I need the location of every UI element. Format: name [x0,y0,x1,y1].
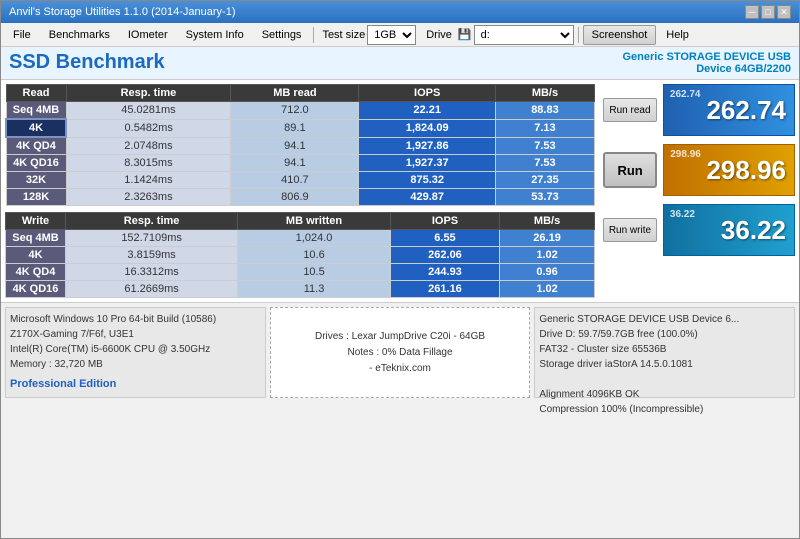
storage-line6: Compression 100% (Incompressible) [539,402,790,417]
drive-label: Drive [426,29,452,41]
device-line1: Generic STORAGE DEVICE USB [622,51,791,63]
sys-info-line2: Z170X-Gaming 7/F6f, U3E1 [10,327,261,342]
table-row: 4K 0.5482ms 89.1 1,824.09 7.13 [6,119,595,137]
drive-select[interactable]: d: [474,25,574,45]
table-row: Seq 4MB 152.7109ms 1,024.0 6.55 26.19 [6,230,595,247]
read-header-iops: IOPS [359,85,495,102]
menu-file[interactable]: File [5,24,39,46]
total-score-box: 298.96 298.96 [663,144,795,196]
write-header-iops: IOPS [390,213,499,230]
write-header-mb: MB written [238,213,391,230]
benchmark-tables: Read Resp. time MB read IOPS MB/s Seq 4M… [1,80,599,302]
sys-info-line1: Microsoft Windows 10 Pro 64-bit Build (1… [10,312,261,327]
title-bar: Anvil's Storage Utilities 1.1.0 (2014-Ja… [1,1,799,23]
storage-line2: Drive D: 59.7/59.7GB free (100.0%) [539,327,790,342]
run-write-button[interactable]: Run write [603,218,657,242]
table-row: 4K 3.8159ms 10.6 262.06 1.02 [6,247,595,264]
menu-separator-1 [313,27,314,43]
screenshot-button[interactable]: Screenshot [583,25,657,45]
menu-benchmarks[interactable]: Benchmarks [41,24,118,46]
write-score-label: 36.22 [670,209,695,220]
write-table: Write Resp. time MB written IOPS MB/s Se… [5,212,595,298]
run-read-button[interactable]: Run read [603,98,657,122]
menu-iometer[interactable]: IOmeter [120,24,176,46]
drives-info-panel: Drives : Lexar JumpDrive C20i - 64GB Not… [270,307,531,398]
header-area: SSD Benchmark Generic STORAGE DEVICE USB… [1,47,799,80]
window-controls[interactable]: ─ □ ✕ [745,5,791,19]
write-header-label: Write [6,213,66,230]
storage-line4: Storage driver iaStorA 14.5.0.1081 [539,357,790,372]
read-header-resp: Resp. time [66,85,231,102]
bottom-bar: Microsoft Windows 10 Pro 64-bit Build (1… [1,302,799,402]
drive-icon: 💾 [458,28,472,41]
window-title: Anvil's Storage Utilities 1.1.0 (2014-Ja… [9,6,235,18]
maximize-button[interactable]: □ [761,5,775,19]
storage-line3: FAT32 - Cluster size 65536B [539,342,790,357]
read-header-row: Read Resp. time MB read IOPS MB/s [6,85,595,102]
menu-separator-2 [578,27,579,43]
table-row: 128K 2.3263ms 806.9 429.87 53.73 [6,189,595,206]
table-row: 4K QD4 16.3312ms 10.5 244.93 0.96 [6,264,595,281]
read-score-box: 262.74 262.74 [663,84,795,136]
read-score-value: 262.74 [706,95,786,126]
write-header-resp: Resp. time [66,213,238,230]
table-row: 32K 1.1424ms 410.7 875.32 27.35 [6,172,595,189]
read-score-label: 262.74 [670,89,701,100]
device-line2: Device 64GB/2200 [622,63,791,75]
professional-edition-label: Professional Edition [10,376,261,393]
write-score-value: 36.22 [721,215,786,246]
table-row: 4K QD16 61.2669ms 11.3 261.16 1.02 [6,281,595,298]
read-table: Read Resp. time MB read IOPS MB/s Seq 4M… [5,84,595,206]
main-content: Read Resp. time MB read IOPS MB/s Seq 4M… [1,80,799,302]
test-size-select[interactable]: 1GB2GB4GB [367,25,416,45]
menu-bar: File Benchmarks IOmeter System Info Sett… [1,23,799,47]
total-score-value: 298.96 [706,155,786,186]
read-header-mbs: MB/s [495,85,594,102]
menu-sysinfo[interactable]: System Info [178,24,252,46]
storage-line5: Alignment 4096KB OK [539,387,790,402]
menu-help[interactable]: Help [658,24,697,46]
table-row: 4K QD16 8.3015ms 94.1 1,927.37 7.53 [6,155,595,172]
table-row: 4K QD4 2.0748ms 94.1 1,927.86 7.53 [6,137,595,155]
storage-spacer [539,372,790,387]
write-score-box: 36.22 36.22 [663,204,795,256]
storage-info-panel: Generic STORAGE DEVICE USB Device 6... D… [534,307,795,398]
test-size-label: Test size [322,29,365,41]
drives-line3: - eTeknix.com [315,361,485,377]
sys-info-line4: Memory : 32,720 MB [10,357,261,372]
drives-line2: Notes : 0% Data Fillage [315,345,485,361]
table-row: Seq 4MB 45.0281ms 712.0 22.21 88.83 [6,102,595,120]
read-header-label: Read [6,85,66,102]
device-info: Generic STORAGE DEVICE USB Device 64GB/2… [622,51,791,75]
run-write-section: Run write 36.22 36.22 [603,204,795,256]
system-info-panel: Microsoft Windows 10 Pro 64-bit Build (1… [5,307,266,398]
drives-line1: Drives : Lexar JumpDrive C20i - 64GB [315,329,485,345]
run-button[interactable]: Run [603,152,657,188]
read-header-mb: MB read [231,85,359,102]
ssd-benchmark-title: SSD Benchmark [9,51,165,74]
run-read-section: Run read 262.74 262.74 [603,84,795,136]
sys-info-line3: Intel(R) Core(TM) i5-6600K CPU @ 3.50GHz [10,342,261,357]
run-total-section: Run 298.96 298.96 [603,144,795,196]
close-button[interactable]: ✕ [777,5,791,19]
menu-settings[interactable]: Settings [254,24,310,46]
write-header-row: Write Resp. time MB written IOPS MB/s [6,213,595,230]
write-header-mbs: MB/s [500,213,595,230]
right-panel: Run read 262.74 262.74 Run 298.96 298.96… [599,80,799,302]
total-score-label: 298.96 [670,149,701,160]
storage-line1: Generic STORAGE DEVICE USB Device 6... [539,312,790,327]
minimize-button[interactable]: ─ [745,5,759,19]
drives-info-content: Drives : Lexar JumpDrive C20i - 64GB Not… [315,329,485,377]
